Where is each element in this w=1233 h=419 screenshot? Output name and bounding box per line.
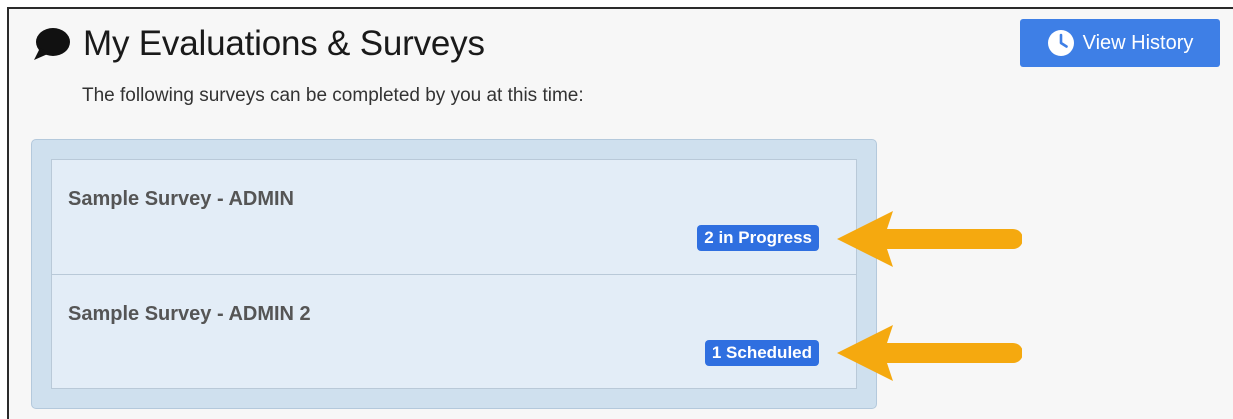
speech-bubble-icon bbox=[34, 28, 70, 60]
clock-icon bbox=[1047, 30, 1074, 56]
status-badge-in-progress[interactable]: 2 in Progress bbox=[697, 225, 819, 251]
arrow-left-icon bbox=[837, 211, 1022, 267]
survey-item-sample-admin-2[interactable]: Sample Survey - ADMIN 2 1 Scheduled bbox=[52, 274, 856, 388]
survey-name[interactable]: Sample Survey - ADMIN 2 bbox=[68, 303, 311, 326]
view-history-label: View History bbox=[1082, 31, 1194, 54]
view-history-button[interactable]: View History bbox=[1020, 19, 1220, 67]
survey-item-sample-admin[interactable]: Sample Survey - ADMIN 2 in Progress bbox=[52, 160, 856, 274]
page-header: My Evaluations & Surveys bbox=[31, 23, 485, 65]
status-badge-scheduled[interactable]: 1 Scheduled bbox=[704, 340, 819, 366]
survey-list: Sample Survey - ADMIN 2 in Progress Samp… bbox=[51, 159, 857, 389]
survey-panel: Sample Survey - ADMIN 2 in Progress Samp… bbox=[31, 139, 877, 409]
page-container: My Evaluations & Surveys The following s… bbox=[7, 7, 1233, 419]
page-subtitle: The following surveys can be completed b… bbox=[82, 85, 584, 106]
arrow-left-icon bbox=[837, 325, 1022, 381]
page-title: My Evaluations & Surveys bbox=[83, 24, 485, 63]
survey-name[interactable]: Sample Survey - ADMIN bbox=[68, 188, 294, 211]
